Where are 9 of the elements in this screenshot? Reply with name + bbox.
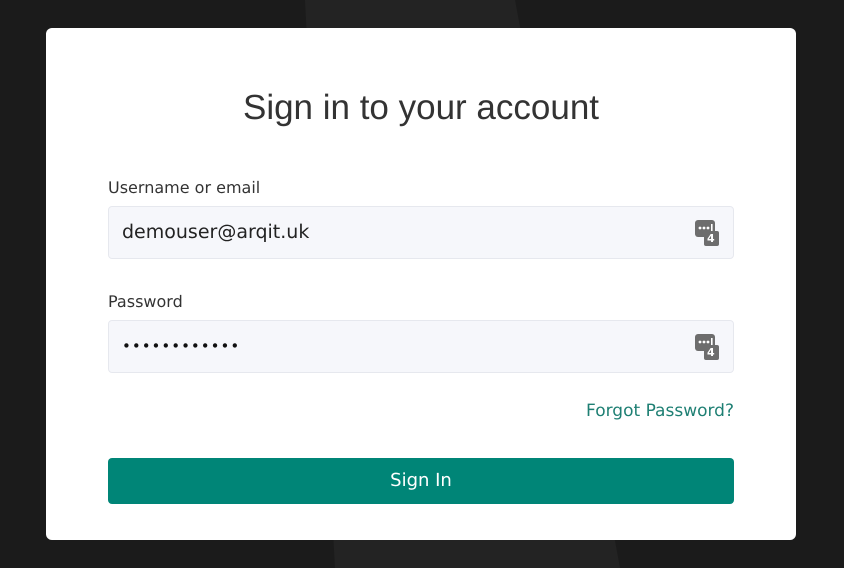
page-title: Sign in to your account: [242, 87, 600, 129]
username-field[interactable]: demouser@arqit.uk 4: [108, 206, 734, 259]
count-label: 4: [707, 346, 715, 358]
password-field[interactable]: •••••••••••• 4: [108, 320, 734, 373]
sign-in-button[interactable]: Sign In: [108, 458, 734, 504]
field-label: Password: [108, 291, 184, 313]
forgot-password-link[interactable]: Forgot Password?: [586, 399, 734, 424]
field-label: Username or email: [108, 177, 262, 199]
count-label: 4: [707, 232, 715, 244]
